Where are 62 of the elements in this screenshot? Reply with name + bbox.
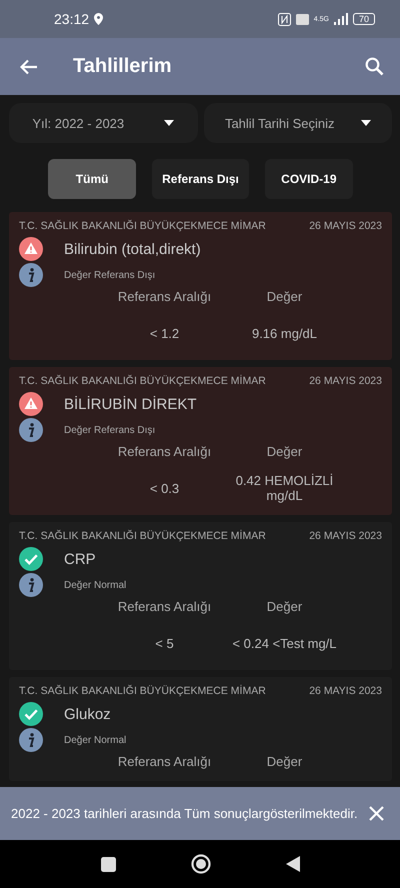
column-header: Değer: [266, 599, 304, 614]
test-name: BİLİRUBİN DİREKT: [64, 396, 197, 412]
filter-tab[interactable]: Referans Dışı: [152, 159, 249, 199]
search-icon[interactable]: [365, 57, 384, 76]
result-value: 0.42 HEMOLİZLİ mg/dL: [234, 473, 334, 503]
reference-range: < 0.3: [148, 480, 180, 498]
warning-icon: [19, 392, 43, 416]
column-header: Referans Aralığı: [116, 599, 212, 614]
filter-tab[interactable]: Tümü: [48, 159, 136, 199]
column-header: Değer: [266, 444, 304, 459]
result-card[interactable]: T.C. SAĞLIK BAKANLIĞI BÜYÜKÇEKMECE MİMAR 26 MAYIS 2023 Glukoz Değer Normal Referans Aralığı Değer: [9, 677, 392, 781]
nfc-icon: [278, 12, 291, 26]
back-arrow-icon[interactable]: [20, 58, 38, 74]
test-name: CRP: [64, 550, 96, 568]
info-icon[interactable]: [19, 728, 43, 752]
info-icon[interactable]: [19, 418, 43, 442]
screen-title: Tahlillerim: [73, 55, 173, 78]
dropdown-field[interactable]: Yıl: 2022 - 2023: [9, 103, 198, 143]
result-status: Değer Referans Dışı: [64, 270, 156, 280]
result-date: 26 MAYIS 2023: [309, 530, 382, 542]
result-status: Değer Normal: [64, 734, 126, 746]
test-name: Bilirubin (total,direkt): [64, 240, 201, 258]
result-card[interactable]: T.C. SAĞLIK BAKANLIĞI BÜYÜKÇEKMECE MİMAR 26 MAYIS 2023 Bilirubin (total,direkt) Değer Referans Dışı Referans Aralığı Değer < 1.2 9.16 mg/dL: [9, 212, 392, 360]
info-icon[interactable]: [19, 573, 43, 597]
column-header: Referans Aralığı: [116, 444, 212, 459]
filter-tab[interactable]: COVID-19: [264, 159, 353, 199]
info-icon[interactable]: [19, 263, 43, 287]
lab-name: T.C. SAĞLIK BAKANLIĞI BÜYÜKÇEKMECE MİMAR: [19, 530, 266, 542]
back-icon[interactable]: [286, 856, 300, 872]
lab-name: T.C. SAĞLIK BAKANLIĞI BÜYÜKÇEKMECE MİMAR: [19, 220, 266, 232]
recents-icon[interactable]: [100, 856, 116, 872]
result-card[interactable]: T.C. SAĞLIK BAKANLIĞI BÜYÜKÇEKMECE MİMAR 26 MAYIS 2023 BİLİRUBİN DİREKT Değer Referans Dışı Referans Aralığı Değer < 0.3 0.42 HEMOLİZLİ mg/dL: [9, 367, 392, 515]
caret-icon: [164, 120, 174, 126]
column-header: Referans Aralığı: [116, 289, 212, 304]
lab-name: T.C. SAĞLIK BAKANLIĞI BÜYÜKÇEKMECE MİMAR: [19, 685, 266, 697]
clock-time: 23:12: [54, 11, 90, 27]
result-status: Değer Normal: [64, 580, 126, 590]
battery-level: 70: [352, 13, 375, 25]
result-card[interactable]: T.C. SAĞLIK BAKANLIĞI BÜYÜKÇEKMECE MİMAR 26 MAYIS 2023 CRP Değer Normal Referans Aralığı Değer < 5 < 0.24 <Test mg/L: [9, 522, 392, 670]
warning-icon: [19, 237, 43, 261]
signal-icon: [334, 13, 348, 25]
reference-range: < 1.2: [148, 324, 180, 342]
home-icon[interactable]: [190, 854, 210, 874]
result-value: < 0.24 <Test mg/L: [231, 634, 338, 653]
lab-name: T.C. SAĞLIK BAKANLIĞI BÜYÜKÇEKMECE MİMAR: [19, 375, 266, 387]
column-header: Referans Aralığı: [116, 754, 212, 769]
check-icon: [19, 702, 43, 726]
result-status: Değer Referans Dışı: [64, 424, 156, 436]
dropdown-field[interactable]: Tahlil Tarihi Seçiniz: [204, 103, 392, 143]
result-date: 26 MAYIS 2023: [309, 220, 382, 232]
result-value: 9.16 mg/dL: [250, 324, 318, 343]
column-header: Değer: [266, 754, 304, 769]
result-date: 26 MAYIS 2023: [309, 685, 382, 697]
result-date: 26 MAYIS 2023: [309, 375, 382, 387]
location-pin-icon: [94, 13, 104, 25]
check-icon: [19, 547, 43, 571]
test-name: Glukoz: [64, 706, 111, 722]
column-header: Değer: [266, 289, 304, 304]
reference-range: < 5: [154, 634, 175, 652]
snackbar-message: 2022 - 2023 tarihleri arasında Tüm sonuçlargösterilmektedir.: [11, 806, 359, 821]
caret-icon: [360, 120, 371, 126]
close-icon[interactable]: [369, 806, 384, 821]
